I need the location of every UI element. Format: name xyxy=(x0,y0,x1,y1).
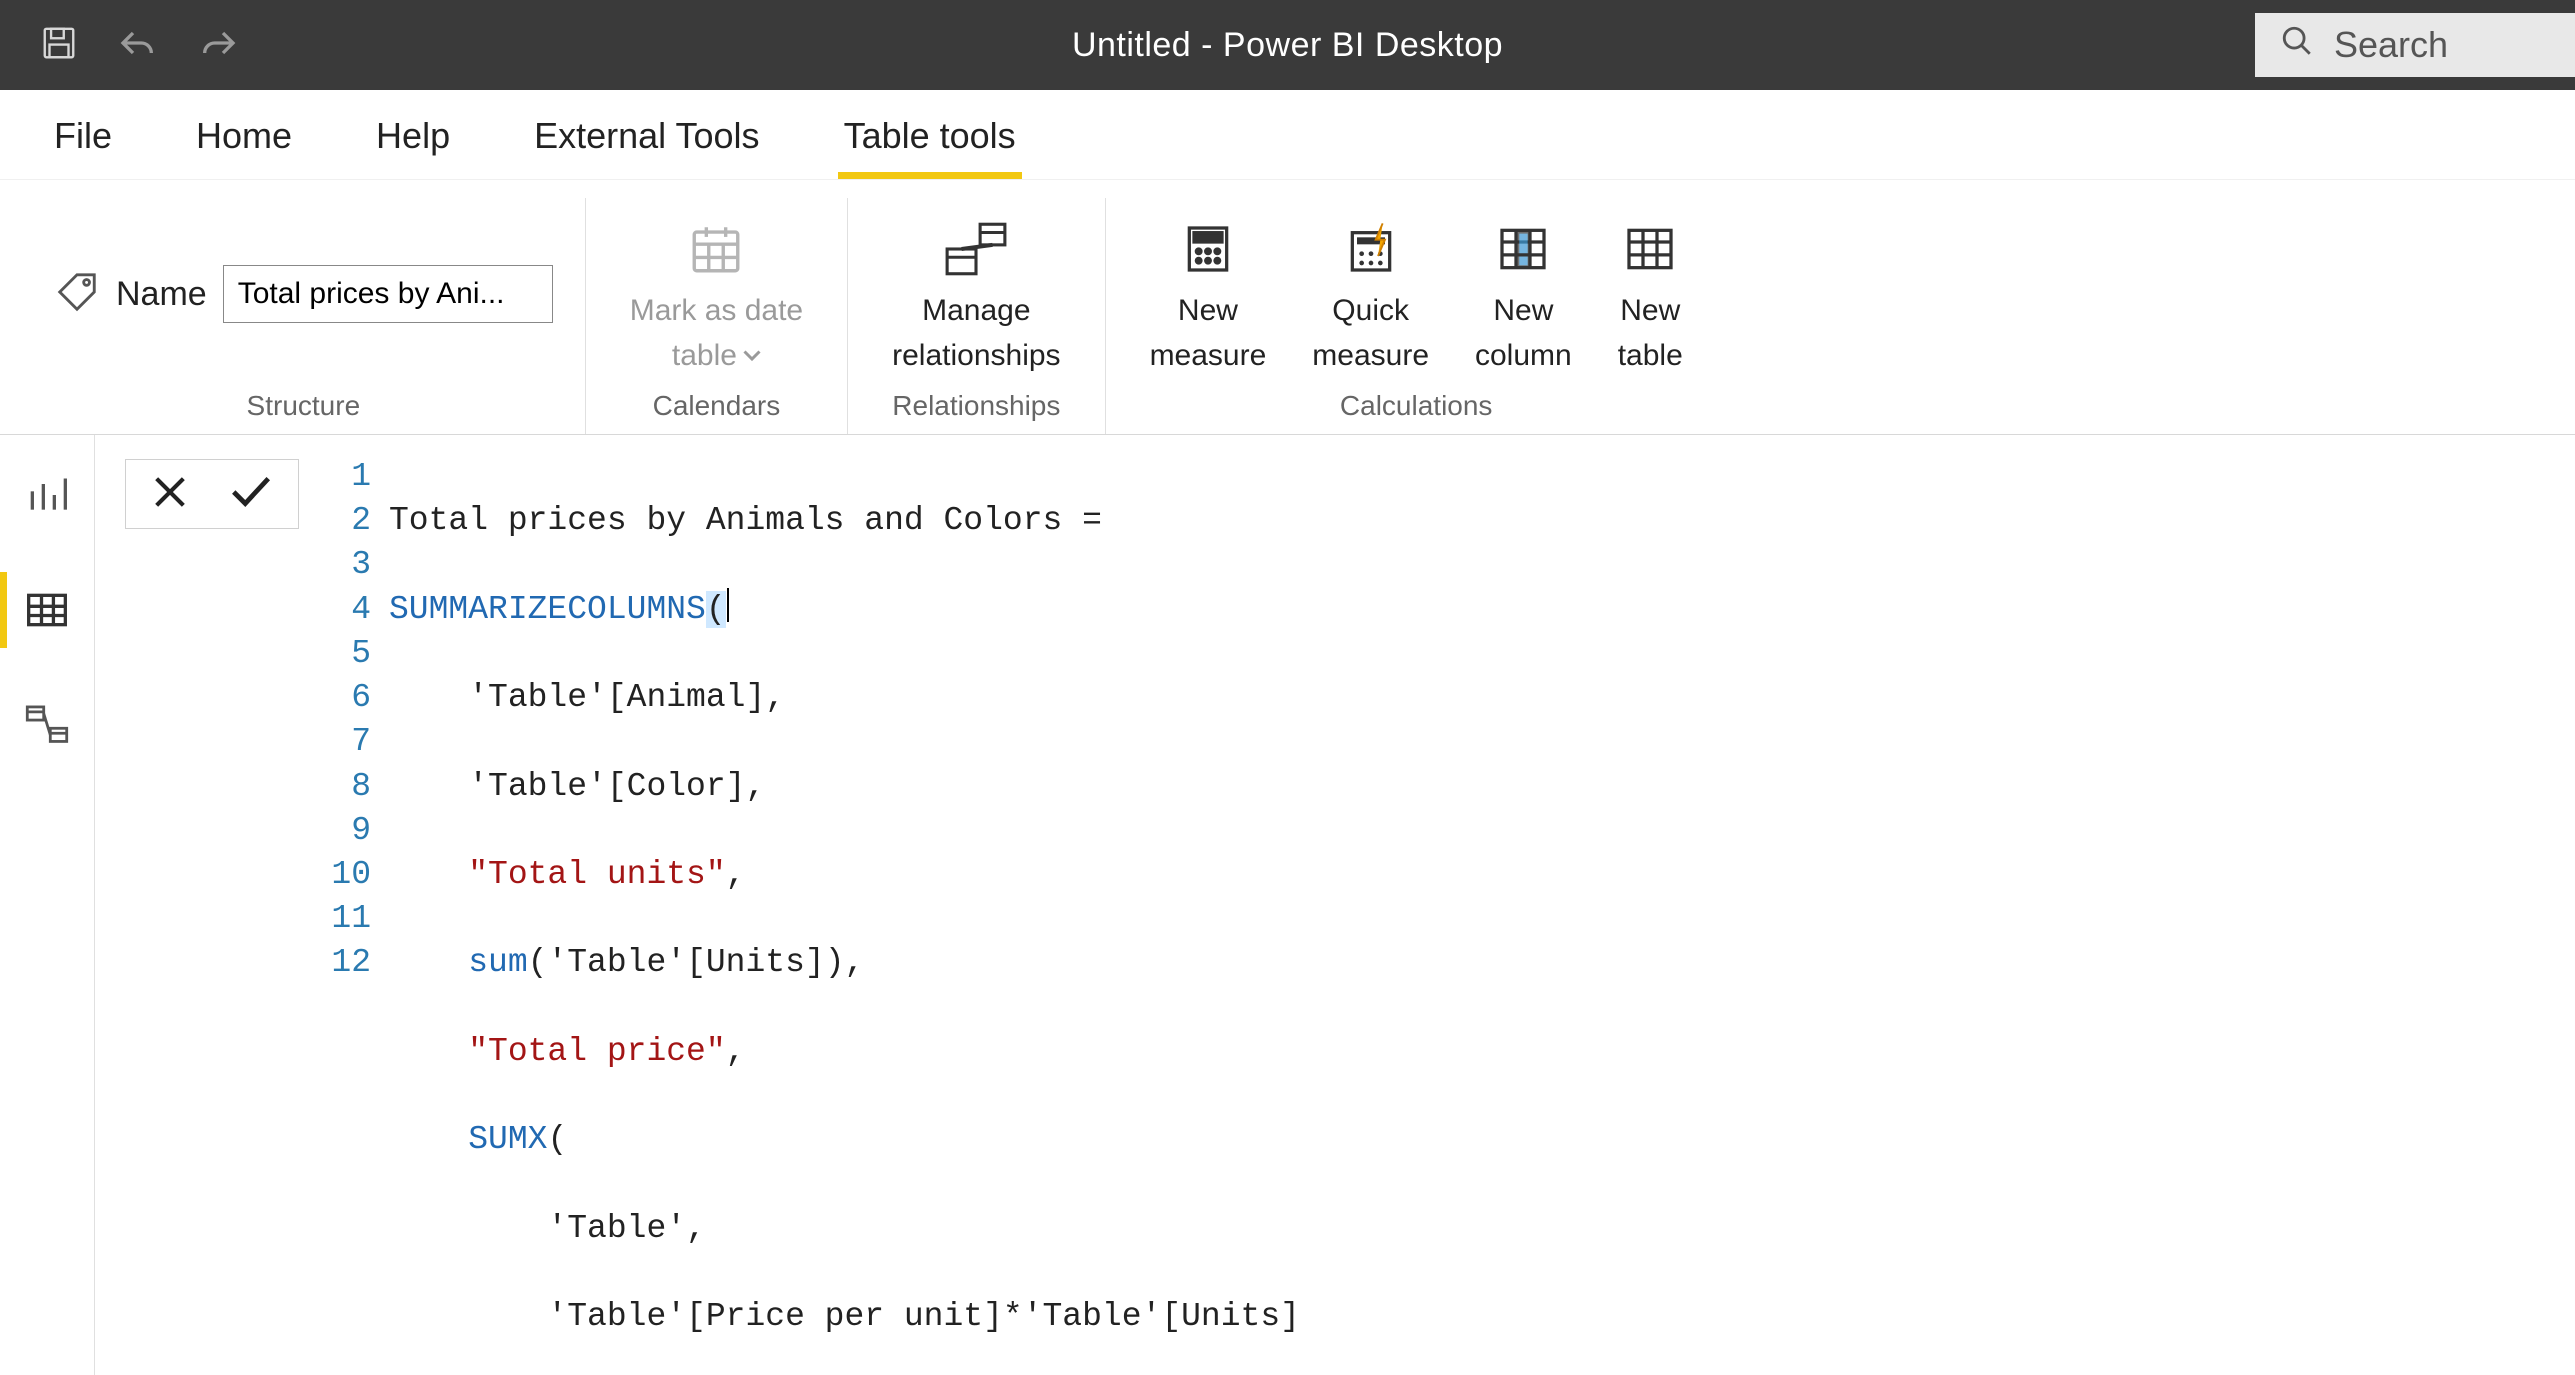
ribbon-tabs: File Home Help External Tools Table tool… xyxy=(0,90,2575,180)
table-name-control: Name xyxy=(54,265,553,323)
table-name-input[interactable] xyxy=(223,265,553,323)
quick-measure-button[interactable]: Quick measure xyxy=(1300,208,1441,381)
title-bar: Untitled - Power BI Desktop Search xyxy=(0,0,2575,90)
undo-icon[interactable] xyxy=(118,26,158,65)
ribbon-group-structure: Name Structure xyxy=(22,198,585,434)
new-column-button[interactable]: New column xyxy=(1463,208,1584,381)
formula-bar: 1 2 3 4 5 6 7 8 9 10 11 12 Total prices … xyxy=(95,435,2575,1375)
chevron-down-icon xyxy=(743,350,761,362)
tag-icon xyxy=(54,269,100,320)
tab-table-tools[interactable]: Table tools xyxy=(830,103,1030,179)
group-label-calendars: Calendars xyxy=(653,390,781,434)
relationships-icon xyxy=(943,220,1009,278)
measure-icon xyxy=(1180,221,1236,277)
tab-file[interactable]: File xyxy=(40,103,126,179)
data-view-button[interactable] xyxy=(0,580,94,640)
view-switcher xyxy=(0,435,95,1375)
ribbon: Name Structure Mark as date table Calend… xyxy=(0,180,2575,435)
new-measure-button[interactable]: New measure xyxy=(1138,208,1279,381)
formula-code[interactable]: Total prices by Animals and Colors = SUM… xyxy=(389,455,1300,1375)
ribbon-group-calendars: Mark as date table Calendars xyxy=(585,198,847,434)
new-table-button[interactable]: New table xyxy=(1606,208,1695,381)
commit-formula-button[interactable] xyxy=(228,472,274,517)
ribbon-group-calculations: New measure Quick measure New column xyxy=(1105,198,1727,434)
search-icon xyxy=(2280,24,2314,67)
quick-measure-icon xyxy=(1343,221,1399,277)
name-label: Name xyxy=(116,275,207,314)
tab-help[interactable]: Help xyxy=(362,103,464,179)
line-number-gutter: 1 2 3 4 5 6 7 8 9 10 11 12 xyxy=(329,455,389,1375)
save-icon[interactable] xyxy=(40,24,78,67)
formula-editor[interactable]: 1 2 3 4 5 6 7 8 9 10 11 12 Total prices … xyxy=(329,455,1300,1375)
group-label-structure: Structure xyxy=(247,390,361,434)
window-title: Untitled - Power BI Desktop xyxy=(0,26,2575,65)
search-box[interactable]: Search xyxy=(2255,13,2575,77)
text-cursor xyxy=(727,588,729,622)
cancel-formula-button[interactable] xyxy=(150,472,190,517)
formula-controls xyxy=(125,459,299,529)
model-view-button[interactable] xyxy=(0,695,94,755)
group-label-calculations: Calculations xyxy=(1340,390,1493,434)
search-placeholder: Search xyxy=(2334,24,2448,66)
group-label-relationships: Relationships xyxy=(892,390,1060,434)
quick-access-toolbar xyxy=(0,24,238,67)
tab-home[interactable]: Home xyxy=(182,103,306,179)
ribbon-group-relationships: Manage relationships Relationships xyxy=(847,198,1104,434)
new-column-icon xyxy=(1495,221,1551,277)
report-view-button[interactable] xyxy=(0,465,94,525)
new-table-icon xyxy=(1622,221,1678,277)
manage-relationships-button[interactable]: Manage relationships xyxy=(880,208,1072,381)
tab-external-tools[interactable]: External Tools xyxy=(520,103,773,179)
calendar-icon xyxy=(686,220,746,278)
redo-icon[interactable] xyxy=(198,26,238,65)
mark-as-date-table-button[interactable]: Mark as date table xyxy=(618,208,815,381)
